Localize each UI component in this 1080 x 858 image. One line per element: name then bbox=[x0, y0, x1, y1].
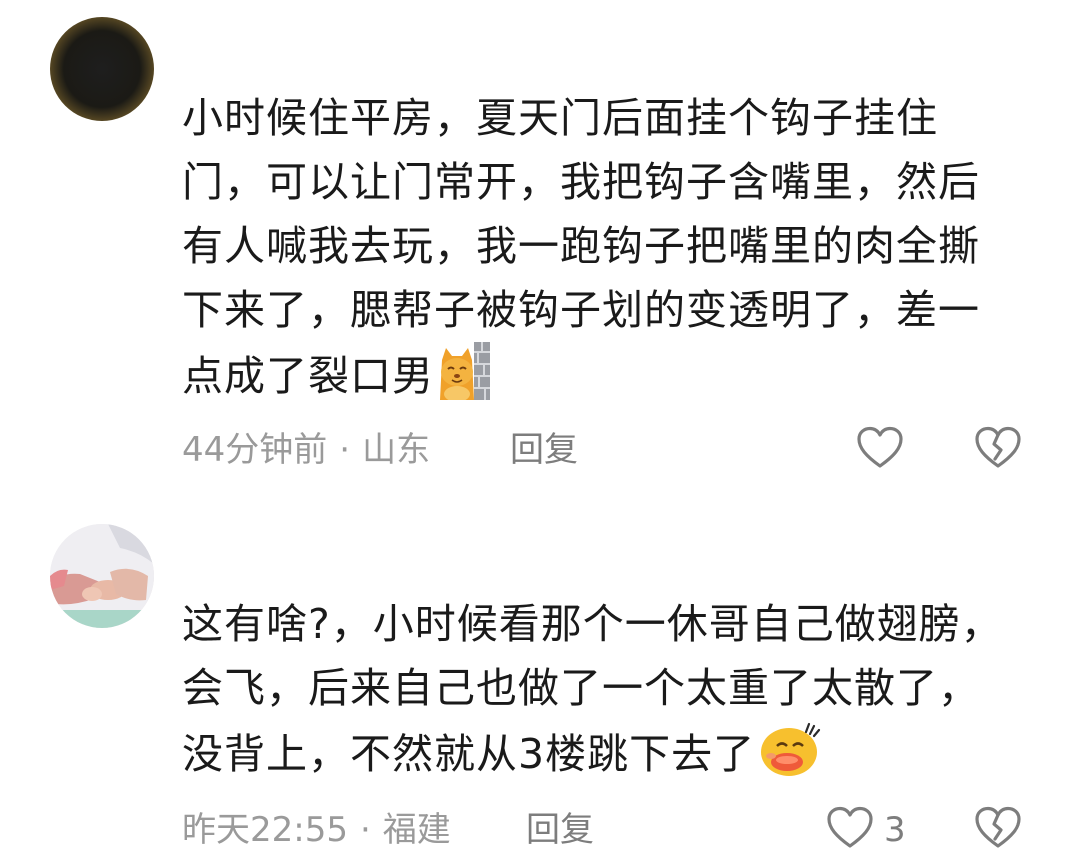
reply-button[interactable]: 回复 bbox=[526, 808, 594, 852]
broken-heart-icon bbox=[975, 806, 1021, 848]
comment-time: 44分钟前 bbox=[182, 430, 328, 470]
sweating-smile-emoji-icon bbox=[759, 720, 821, 796]
dislike-button[interactable] bbox=[974, 806, 1022, 850]
reply-button[interactable]: 回复 bbox=[510, 428, 578, 472]
commenter-avatar[interactable] bbox=[50, 17, 154, 121]
comment-text-content: 这有啥?，小时候看那个一休哥自己做翅膀，会飞，后来自己也做了一个太重了太散了，没… bbox=[182, 600, 1003, 778]
cat-peeking-emoji-icon bbox=[438, 342, 492, 418]
comment-text: 这有啥?，小时候看那个一休哥自己做翅膀，会飞，后来自己也做了一个太重了太散了，没… bbox=[182, 592, 1012, 796]
broken-heart-icon bbox=[975, 426, 1021, 468]
comment-location: 福建 bbox=[382, 810, 451, 850]
holding-hands-avatar-image bbox=[50, 524, 154, 628]
comment-item: 小时候住平房，夏天门后面挂个钩子挂住门，可以让门常开，我把钩子含嘴里，然后有人喊… bbox=[0, 0, 1080, 500]
comment-time: 昨天22:55 bbox=[182, 810, 348, 850]
heart-outline-icon bbox=[857, 426, 903, 468]
comment-meta: 昨天22:55 · 福建 bbox=[182, 808, 451, 852]
like-button[interactable] bbox=[826, 806, 874, 850]
commenter-avatar[interactable] bbox=[50, 524, 154, 628]
meta-separator: · bbox=[359, 810, 371, 850]
meta-separator: · bbox=[339, 430, 351, 470]
comment-text-content: 小时候住平房，夏天门后面挂个钩子挂住门，可以让门常开，我把钩子含嘴里，然后有人喊… bbox=[182, 94, 980, 400]
comment-item: 这有啥?，小时候看那个一休哥自己做翅膀，会飞，后来自己也做了一个太重了太散了，没… bbox=[0, 500, 1080, 858]
comment-text: 小时候住平房，夏天门后面挂个钩子挂住门，可以让门常开，我把钩子含嘴里，然后有人喊… bbox=[182, 86, 1012, 418]
heart-outline-icon bbox=[827, 806, 873, 848]
like-button[interactable] bbox=[856, 426, 904, 470]
dislike-button[interactable] bbox=[974, 426, 1022, 470]
comment-meta: 44分钟前 · 山东 bbox=[182, 428, 430, 472]
comment-location: 山东 bbox=[362, 430, 431, 470]
like-count: 3 bbox=[884, 810, 906, 850]
